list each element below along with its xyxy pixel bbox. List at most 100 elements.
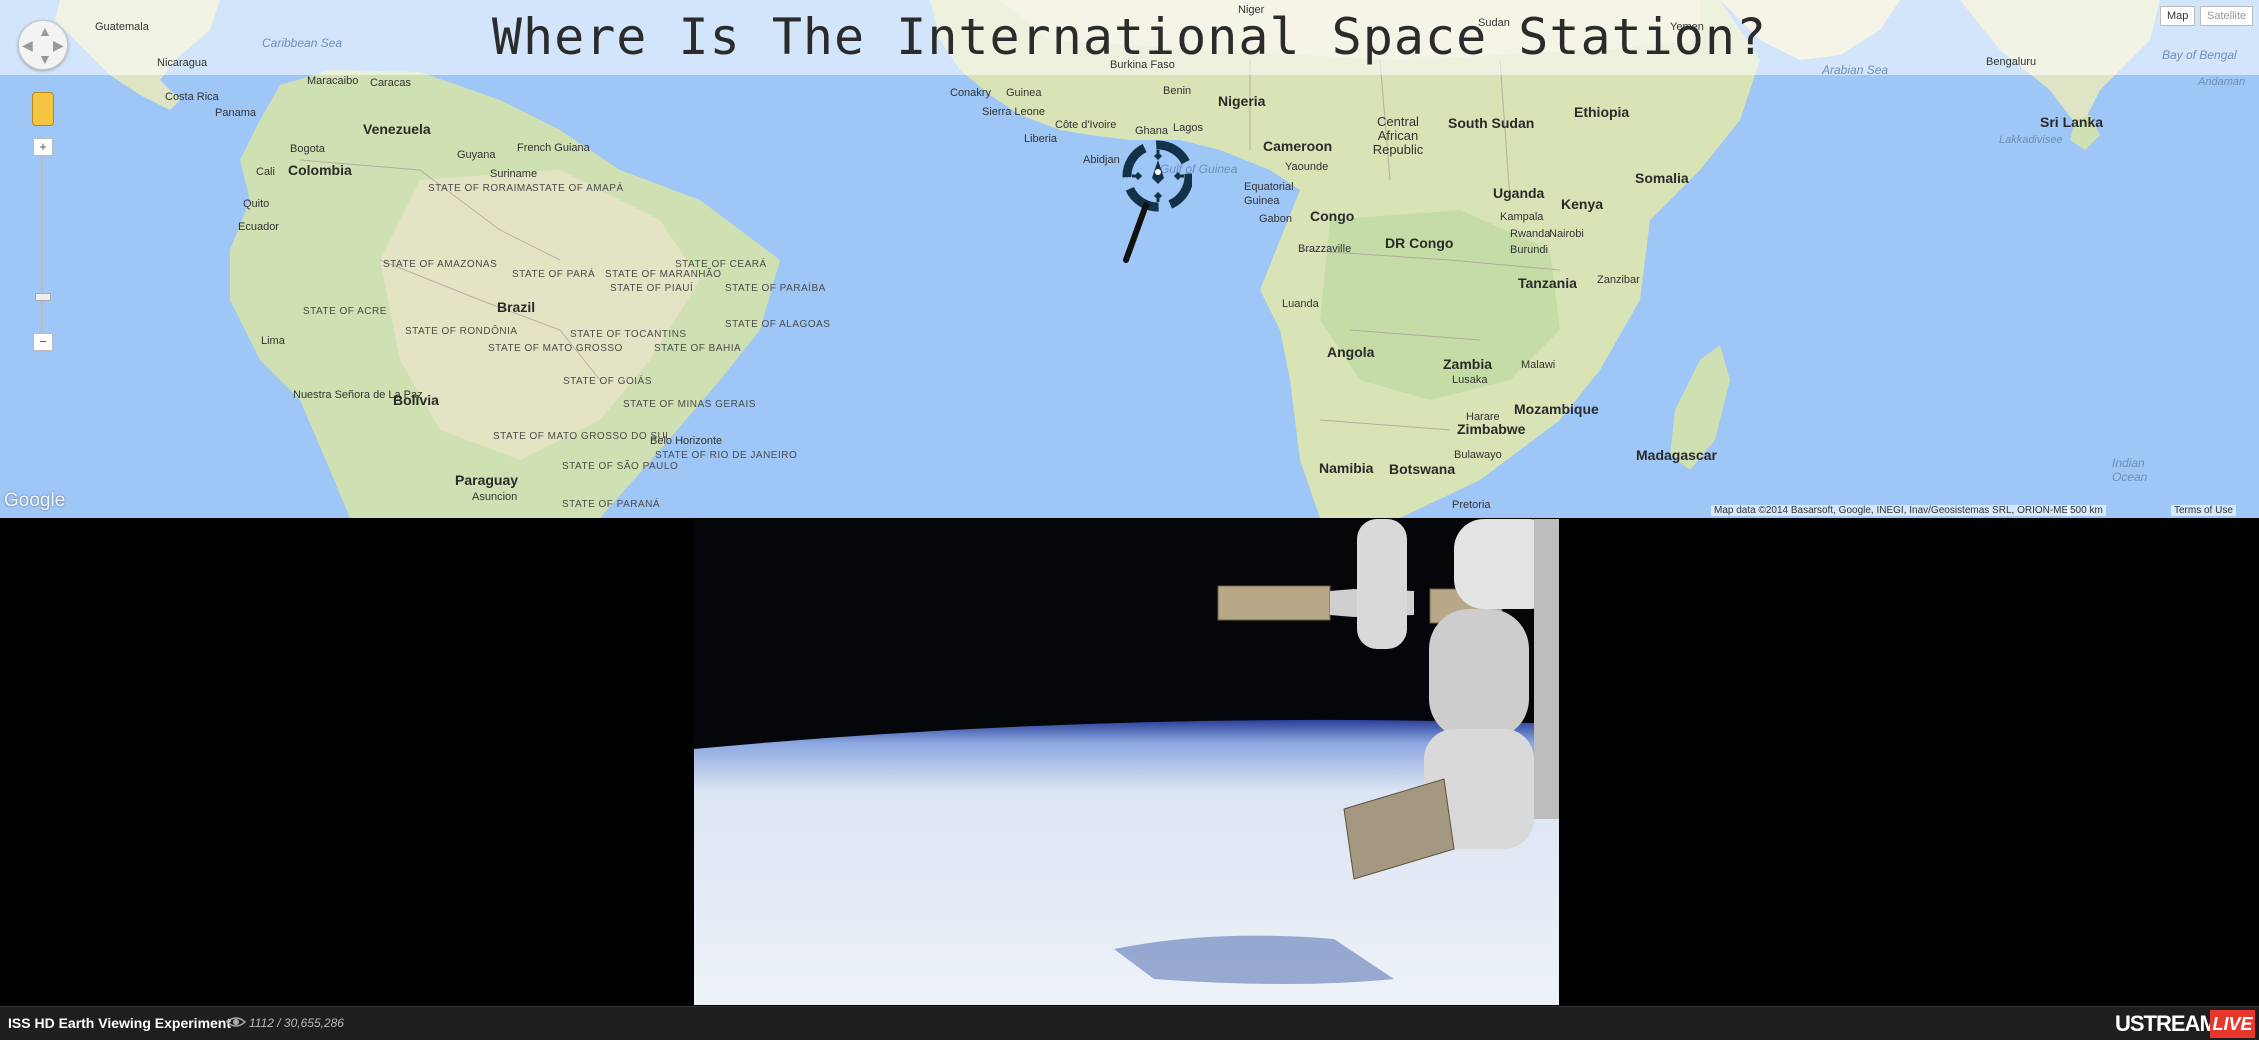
map-label: Arabian Sea	[1822, 63, 1889, 77]
map-label: Guyana	[457, 149, 496, 161]
map-label: Bulawayo	[1454, 449, 1502, 461]
map-label: STATE OF CEARÁ	[675, 259, 767, 270]
map-scale: 500 km	[2067, 505, 2106, 516]
map-label: STATE OF MATO GROSSO DO SUL	[493, 431, 672, 442]
map-label: Gabon	[1259, 213, 1293, 225]
stream-title[interactable]: ISS HD Earth Viewing Experiment	[8, 1015, 231, 1031]
map-label: Equatorial Guinea	[1244, 181, 1294, 207]
map-type-satellite-button[interactable]: Satellite	[2200, 6, 2254, 26]
live-video-player[interactable]	[694, 519, 1559, 1005]
map-label: STATE OF MINAS GERAIS	[623, 399, 756, 410]
map-label: Malawi	[1521, 359, 1556, 371]
map-label: STATE OF ACRE	[303, 306, 387, 317]
map-label: STATE OF ALAGOAS	[725, 319, 831, 330]
map-label: South Sudan	[1448, 115, 1535, 131]
google-logo: Google	[4, 490, 66, 511]
map-label: STATE OF PIAUÍ	[610, 283, 694, 294]
map-label: Burundi	[1510, 244, 1548, 256]
map-label: STATE OF PARAÍBA	[725, 283, 826, 294]
map-label: Madagascar	[1636, 447, 1717, 463]
map-label: Nicaragua	[157, 57, 208, 69]
map-label: STATE OF MATO GROSSO	[488, 343, 623, 354]
map-label: Sudan	[1478, 17, 1510, 29]
pegman-icon[interactable]	[32, 92, 54, 126]
map-label: Uganda	[1493, 185, 1545, 201]
map-view[interactable]: Where Is The International Space Station…	[0, 0, 2259, 518]
map-label: Lakkadivisee	[1999, 134, 2063, 146]
map-label: Kenya	[1561, 196, 1604, 212]
map-label: Zimbabwe	[1457, 421, 1526, 437]
map-label: STATE OF SÃO PAULO	[562, 461, 679, 472]
map-label: Caracas	[370, 77, 411, 89]
map-type-map-button[interactable]: Map	[2160, 6, 2196, 26]
map-label: STATE OF AMAZONAS	[383, 259, 498, 270]
eye-icon	[226, 1017, 246, 1027]
map-label: DR Congo	[1385, 235, 1454, 251]
map-label: Pretoria	[1452, 499, 1491, 511]
map-label: Guinea	[1006, 87, 1042, 99]
zoom-slider-track[interactable]	[41, 150, 43, 340]
map-label: Conakry	[950, 87, 991, 99]
live-badge: LIVE	[2210, 1010, 2255, 1038]
map-label: Costa Rica	[165, 91, 219, 103]
map-label: Suriname	[490, 168, 538, 180]
map-label: Angola	[1327, 344, 1375, 360]
map-label: Lagos	[1173, 122, 1203, 134]
map-label: STATE OF RORAIMA	[428, 183, 533, 194]
map-label: Ecuador	[238, 221, 279, 233]
map-label: Panama	[215, 107, 256, 119]
map-label: Zanzibar	[1597, 274, 1640, 286]
map-label: Benin	[1163, 85, 1192, 97]
map-label: Bengaluru	[1986, 56, 2037, 68]
map-label: Maracaibo	[307, 75, 359, 87]
map-label: Yaounde	[1285, 161, 1329, 173]
map-label: Guatemala	[95, 21, 149, 33]
map-label: Ethiopia	[1574, 104, 1630, 120]
video-frame	[694, 519, 1559, 1005]
map-label: Brazil	[497, 299, 536, 315]
map-label: Sierra Leone	[982, 106, 1045, 118]
map-label: Bay of Bengal	[2162, 48, 2237, 62]
map-label: Niger	[1238, 4, 1265, 16]
pan-control-icon[interactable]: ▲ ▼ ◀ ▶	[18, 20, 68, 70]
iss-locator-icon[interactable]	[1112, 136, 1192, 266]
map-label: Kampala	[1500, 211, 1544, 223]
map-label: Namibia	[1319, 460, 1374, 476]
map-label: STATE OF BAHIA	[654, 343, 742, 354]
map-label: Colombia	[288, 162, 352, 178]
map-label: Tanzania	[1518, 275, 1577, 291]
map-label: Burkina Faso	[1110, 59, 1175, 71]
map-label: Congo	[1310, 208, 1355, 224]
map-label: Cameroon	[1263, 138, 1333, 154]
map-label: Nairobi	[1549, 228, 1584, 240]
map-label: STATE OF GOIÁS	[563, 376, 652, 387]
zoom-slider-thumb[interactable]	[35, 293, 51, 301]
stream-info-bar: ISS HD Earth Viewing Experiment 1112 / 3…	[0, 1006, 2259, 1040]
terms-of-use-link[interactable]: Terms of Use	[2171, 505, 2236, 516]
map-label: Indian Ocean	[2112, 456, 2148, 484]
map-label: Yemen	[1670, 21, 1704, 33]
map-label: Brazzaville	[1298, 243, 1352, 255]
map-label: Rwanda	[1510, 228, 1551, 240]
map-label: Bolivia	[393, 392, 439, 408]
map-label: Luanda	[1282, 298, 1319, 310]
map-label: Nigeria	[1218, 93, 1266, 109]
map-label: Central African Republic	[1372, 114, 1424, 157]
ustream-logo[interactable]: USTREAM	[2115, 1011, 2218, 1037]
map-label: STATE OF PARANÁ	[562, 499, 661, 510]
map-label: Quito	[243, 198, 270, 210]
map-label: Zambia	[1443, 356, 1493, 372]
map-label: Liberia	[1024, 133, 1058, 145]
map-label: STATE OF RONDÔNIA	[405, 326, 518, 337]
map-label: STATE OF AMAPÁ	[532, 183, 624, 194]
map-label: STATE OF PARÁ	[512, 269, 596, 280]
map-label: Mozambique	[1514, 401, 1599, 417]
map-label: Côte d'Ivoire	[1055, 119, 1117, 131]
zoom-in-button[interactable]: +	[33, 138, 53, 156]
map-label: Sri Lanka	[2040, 114, 2104, 130]
map-label: Caribbean Sea	[262, 36, 343, 50]
map-label: Paraguay	[455, 472, 519, 488]
zoom-out-button[interactable]: −	[33, 333, 53, 351]
map-label: Bogota	[290, 143, 325, 155]
map-label: Asuncion	[472, 491, 518, 503]
